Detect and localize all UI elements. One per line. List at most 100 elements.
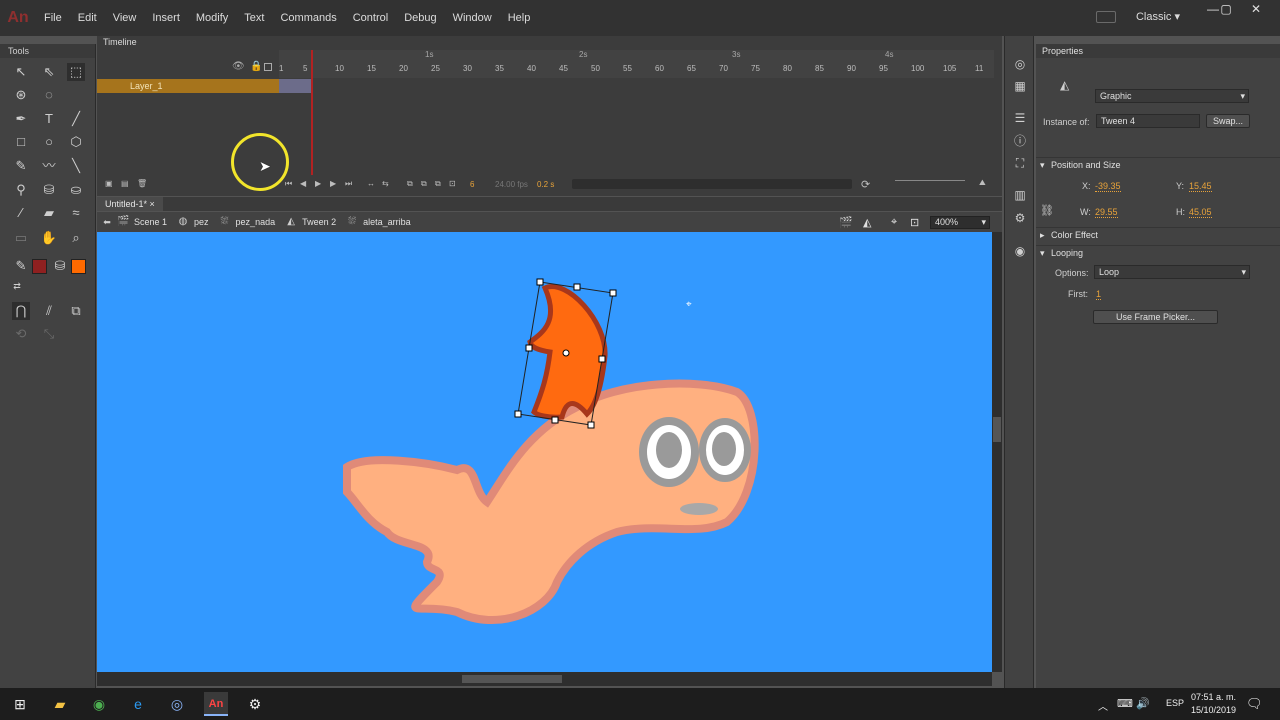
transform-panel-icon[interactable]: ⛶	[1012, 155, 1028, 171]
breadcrumb-tween-2[interactable]: ◭ Tween 2	[285, 216, 336, 228]
scroll-thumb[interactable]	[462, 675, 562, 683]
volume-icon[interactable]: 🔊	[1136, 697, 1150, 710]
breadcrumb-aleta-arriba[interactable]: ⛆ aleta_arriba	[346, 216, 411, 228]
bone-tool-icon[interactable]: ⚲	[12, 181, 30, 199]
new-folder-icon[interactable]: ▤	[121, 179, 129, 188]
modify-markers-icon[interactable]: ⊡	[449, 179, 456, 188]
x-value[interactable]: -39.35	[1095, 181, 1121, 192]
center-frame-icon[interactable]: ⇆	[382, 179, 389, 188]
clip-content-icon[interactable]: ⊡	[910, 216, 919, 229]
transform-handle[interactable]	[536, 278, 544, 286]
h-value[interactable]: 45.05	[1189, 207, 1212, 218]
subselection-tool-icon[interactable]: ⇖	[40, 63, 58, 81]
workspace-switcher[interactable]: Classic ▾	[1136, 0, 1180, 34]
elapsed-time[interactable]: 0.2 s	[537, 180, 554, 189]
outline-all-icon[interactable]	[264, 63, 272, 71]
components-icon[interactable]: ⚙	[1012, 210, 1028, 226]
fit-frames-icon[interactable]: ⛰	[979, 178, 986, 188]
delete-layer-icon[interactable]: 🗑	[137, 179, 147, 188]
edit-symbol-icon[interactable]: ◭	[863, 216, 871, 229]
transform-handle[interactable]	[598, 355, 606, 363]
network-icon[interactable]: ⌨	[1117, 697, 1133, 710]
transform-handle[interactable]	[587, 421, 595, 429]
swap-button[interactable]: Swap...	[1206, 114, 1250, 128]
looping-section[interactable]: ▾ Looping	[1036, 245, 1280, 259]
transform-handle[interactable]	[551, 416, 559, 424]
breadcrumb-pez[interactable]: ◍ pez	[177, 216, 209, 228]
menu-edit[interactable]: Edit	[70, 0, 105, 36]
transform-pivot[interactable]	[562, 349, 570, 357]
frame-zoom-slider[interactable]	[895, 180, 965, 181]
lock-all-icon[interactable]: 🔒	[250, 61, 262, 72]
swap-colors-icon[interactable]: ⇄	[8, 277, 26, 295]
snap-to-objects-icon[interactable]: ⋂	[12, 302, 30, 320]
transform-handle[interactable]	[525, 344, 533, 352]
3d-rotation-tool-icon[interactable]: ⊛	[12, 86, 30, 104]
transform-handle[interactable]	[609, 289, 617, 297]
paint-brush-tool-icon[interactable]: 〰	[40, 157, 58, 175]
menu-debug[interactable]: Debug	[396, 0, 444, 36]
layer-row[interactable]: Layer_1	[97, 79, 1002, 93]
first-frame-value[interactable]: 1	[1096, 289, 1102, 300]
lasso-tool-icon[interactable]: ◌	[40, 86, 58, 104]
transform-handle[interactable]	[573, 283, 581, 291]
swatches-icon[interactable]: ▦	[1012, 78, 1028, 94]
chevron-up-icon[interactable]: ︿	[1098, 698, 1108, 713]
stroke-color-swatch[interactable]	[32, 259, 47, 274]
stage-artwork[interactable]: ⌖	[97, 232, 992, 672]
hand-tool-icon[interactable]: ✋	[40, 229, 58, 247]
breadcrumb-pez-nada[interactable]: ⛆ pez_nada	[219, 216, 276, 228]
pen-tool-icon[interactable]: ✒	[12, 110, 30, 128]
color-effect-section[interactable]: ▸ Color Effect	[1036, 227, 1280, 241]
paint-bucket-tool-icon[interactable]: ⛁	[40, 181, 58, 199]
info-icon[interactable]: ⓘ	[1012, 133, 1028, 149]
stage-vertical-scrollbar[interactable]	[992, 232, 1002, 672]
polystar-tool-icon[interactable]: ⬡	[67, 133, 85, 151]
eraser-tool-icon[interactable]: ▰	[40, 204, 58, 222]
align-icon[interactable]: ☰	[1012, 110, 1028, 126]
edit-multiple-frames-icon[interactable]: ⧉	[435, 179, 441, 189]
frame-rate[interactable]: 24.00 fps	[495, 180, 528, 189]
first-frame-icon[interactable]: ⏮	[285, 179, 292, 189]
line-tool-icon[interactable]: ╱	[67, 110, 85, 128]
color-panel-icon[interactable]: ◎	[1012, 56, 1028, 72]
transform-handle[interactable]	[514, 410, 522, 418]
smooth-icon[interactable]: ⫽	[40, 302, 58, 320]
file-explorer-icon[interactable]: ▰	[48, 692, 72, 716]
camera-tool-icon[interactable]: ▭	[12, 229, 30, 247]
menu-view[interactable]: View	[105, 0, 145, 36]
w-value[interactable]: 29.55	[1095, 207, 1118, 218]
use-frame-picker-button[interactable]: Use Frame Picker...	[1093, 310, 1218, 324]
menu-text[interactable]: Text	[236, 0, 272, 36]
stage-horizontal-scrollbar[interactable]	[97, 672, 992, 686]
menu-help[interactable]: Help	[500, 0, 539, 36]
rectangle-tool-icon[interactable]: □	[12, 133, 30, 151]
selection-tool-icon[interactable]: ↖	[12, 63, 30, 81]
link-icon[interactable]: ⛓	[1040, 204, 1054, 217]
menu-modify[interactable]: Modify	[188, 0, 236, 36]
close-tab-icon[interactable]: ×	[150, 199, 155, 209]
menu-control[interactable]: Control	[345, 0, 396, 36]
library-icon[interactable]: ▥	[1012, 187, 1028, 203]
brush-tool-icon[interactable]: ╲	[67, 157, 85, 175]
looping-options-dropdown[interactable]: Loop ▾	[1094, 265, 1250, 279]
zoom-dropdown[interactable]: 400% ▾	[930, 216, 990, 229]
media-app-icon[interactable]: ◎	[165, 692, 189, 716]
menu-commands[interactable]: Commands	[272, 0, 344, 36]
symbol-behavior-dropdown[interactable]: Graphic ▾	[1095, 89, 1249, 103]
maximize-icon[interactable]: ▢	[1213, 0, 1239, 20]
eyedropper-tool-icon[interactable]: ⁄	[12, 204, 30, 222]
play-icon[interactable]: ▶	[315, 179, 321, 188]
zoom-tool-icon[interactable]: ⌕	[67, 229, 85, 247]
scroll-thumb[interactable]	[993, 417, 1001, 442]
timeline-scrollbar[interactable]	[572, 179, 852, 189]
new-layer-icon[interactable]: ▣	[105, 179, 113, 188]
windows-start-icon[interactable]: ⊞	[8, 692, 32, 716]
breadcrumb-scene[interactable]: 🎬 Scene 1	[117, 216, 167, 228]
oval-tool-icon[interactable]: ○	[40, 133, 58, 151]
y-value[interactable]: 15.45	[1189, 181, 1212, 192]
frame-ruler[interactable]: 1s 2s 3s 4s 1 5 10 15 20 25 30 35 40 45 …	[279, 50, 994, 78]
close-icon[interactable]: ✕	[1243, 0, 1269, 20]
last-frame-icon[interactable]: ⏭	[345, 179, 352, 189]
back-arrow-icon[interactable]: ⬅	[97, 217, 117, 228]
